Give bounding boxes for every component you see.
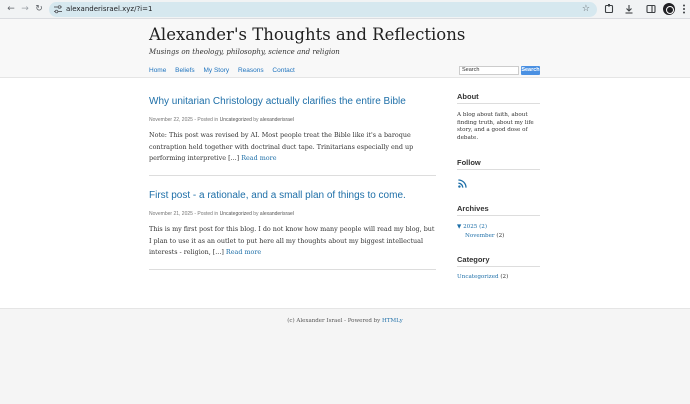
nav-contact[interactable]: Contact <box>272 67 294 74</box>
search-button[interactable]: Search <box>521 66 540 75</box>
rss-icon[interactable] <box>458 179 467 188</box>
read-more-link[interactable]: Read more <box>226 248 261 256</box>
profile-avatar-icon[interactable] <box>663 3 675 15</box>
archive-month-count: (2) <box>496 233 505 239</box>
post-title[interactable]: First post - a rationale, and a small pl… <box>149 190 436 201</box>
archive-month-link[interactable]: November <box>465 233 495 239</box>
post-category-link[interactable]: Uncategorized <box>220 211 252 217</box>
site-header: Alexander's Thoughts and Reflections Mus… <box>0 19 690 78</box>
post-meta-text: - Posted in <box>194 211 219 217</box>
post-excerpt: This is my first post for this blog. I d… <box>149 225 435 256</box>
post-meta-text: - Posted in <box>194 117 219 123</box>
back-button[interactable]: ← <box>5 3 17 15</box>
post-meta-by: by <box>253 117 259 123</box>
browser-toolbar: ← → ↻ alexanderisrael.xyz/?i=1 ☆ <box>0 0 690 19</box>
post-date: November 21, 2025 <box>149 211 193 217</box>
sidebar-about-heading: About <box>457 92 479 101</box>
post-divider <box>149 269 436 270</box>
main-nav: Home Beliefs My Story Reasons Contact <box>149 67 302 74</box>
post-date: November 22, 2025 <box>149 117 193 123</box>
sidebar-category-heading: Category <box>457 255 490 264</box>
post-divider <box>149 175 436 176</box>
sidebar-about-text: A blog about faith, about finding truth,… <box>457 112 534 141</box>
sidebar-divider <box>457 215 540 216</box>
footer-htmly-link[interactable]: HTMLy <box>382 318 403 324</box>
nav-my-story[interactable]: My Story <box>203 67 229 74</box>
footer-copyright: (c) Alexander Israel - Powered by <box>287 318 381 324</box>
tune-icon[interactable] <box>54 5 62 14</box>
post-meta: November 22, 2025 - Posted in Uncategori… <box>149 117 436 123</box>
post-item: Why unitarian Christology actually clari… <box>149 96 436 107</box>
forward-button[interactable]: → <box>19 3 31 15</box>
sidebar-divider <box>457 103 540 104</box>
post-excerpt-block: This is my first post for this blog. I d… <box>149 224 436 259</box>
archive-year-toggle[interactable]: ▼ 2025 (2) <box>457 224 541 232</box>
nav-home[interactable]: Home <box>149 67 166 74</box>
search-input[interactable]: Search <box>459 66 519 75</box>
post-item: First post - a rationale, and a small pl… <box>149 190 436 201</box>
site-tagline: Musings on theology, philosophy, science… <box>149 48 340 56</box>
nav-beliefs[interactable]: Beliefs <box>175 67 195 74</box>
sidebar-follow-heading: Follow <box>457 158 481 167</box>
sidebar-archives-heading: Archives <box>457 204 489 213</box>
star-icon[interactable]: ☆ <box>582 3 590 16</box>
site-footer: (c) Alexander Israel - Powered by HTMLy <box>0 308 690 404</box>
post-meta: November 21, 2025 - Posted in Uncategori… <box>149 211 436 217</box>
post-author-link[interactable]: alexanderisrael <box>260 211 294 217</box>
nav-reasons[interactable]: Reasons <box>238 67 264 74</box>
post-excerpt: Note: This post was revised by AI. Most … <box>149 131 414 162</box>
archive-month-item: November (2) <box>465 233 549 241</box>
post-title[interactable]: Why unitarian Christology actually clari… <box>149 96 436 107</box>
download-icon[interactable] <box>623 3 635 15</box>
extensions-icon[interactable] <box>603 3 615 15</box>
post-author-link[interactable]: alexanderisrael <box>260 117 294 123</box>
category-link[interactable]: Uncategorized <box>457 274 499 280</box>
post-excerpt-block: Note: This post was revised by AI. Most … <box>149 130 436 165</box>
sidebar-divider <box>457 266 540 267</box>
post-category-link[interactable]: Uncategorized <box>220 117 252 123</box>
site-title[interactable]: Alexander's Thoughts and Reflections <box>149 25 465 44</box>
category-count: (2) <box>500 274 509 280</box>
address-bar[interactable]: alexanderisrael.xyz/?i=1 ☆ <box>49 2 597 17</box>
url-text[interactable]: alexanderisrael.xyz/?i=1 <box>66 3 152 16</box>
read-more-link[interactable]: Read more <box>241 154 276 162</box>
footer-text: (c) Alexander Israel - Powered by HTMLy <box>0 318 690 324</box>
reload-button[interactable]: ↻ <box>33 3 45 15</box>
sidebar-divider <box>457 169 540 170</box>
post-meta-by: by <box>253 211 259 217</box>
sidebar-panel-icon[interactable] <box>645 3 657 15</box>
category-item: Uncategorized (2) <box>457 274 541 282</box>
menu-icon[interactable] <box>678 3 690 15</box>
